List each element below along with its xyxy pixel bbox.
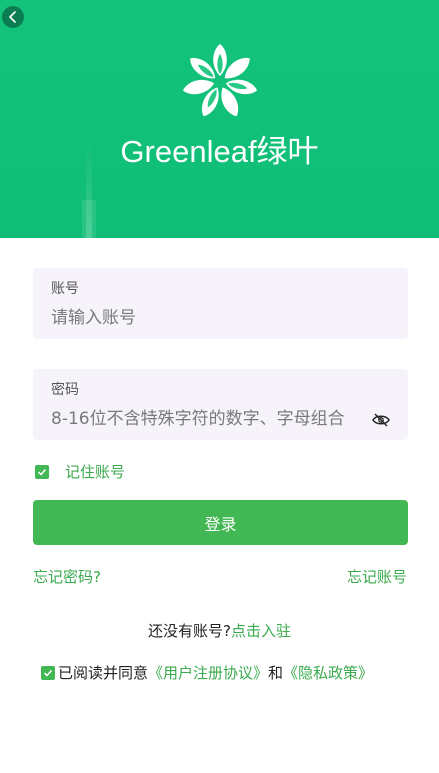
register-row: 还没有账号?点击入驻 — [0, 620, 439, 641]
back-button[interactable] — [2, 6, 24, 28]
username-field: 账号 — [33, 268, 408, 339]
password-input[interactable] — [51, 407, 371, 431]
username-input[interactable] — [51, 306, 371, 330]
password-label: 密码 — [51, 382, 79, 398]
agreement-checkbox[interactable] — [41, 665, 55, 680]
register-prompt: 还没有账号? — [148, 622, 231, 640]
brand-wordmark: Greenleaf绿叶 — [120, 134, 319, 169]
header-banner: Greenleaf绿叶 — [0, 0, 439, 238]
eye-off-icon[interactable] — [372, 412, 390, 427]
remember-label[interactable]: 记住账号 — [65, 461, 125, 482]
login-button[interactable]: 登录 — [33, 500, 408, 545]
privacy-policy-link[interactable]: 《隐私政策》 — [283, 662, 373, 683]
remember-checkbox[interactable] — [35, 464, 49, 479]
forgot-password-link[interactable]: 忘记密码? — [33, 566, 101, 587]
check-icon — [37, 468, 47, 476]
user-agreement-link[interactable]: 《用户注册协议》 — [148, 662, 268, 683]
tower-base-silhouette — [82, 200, 96, 238]
agreement-row: 已阅读并同意 《用户注册协议》 和 《隐私政策》 — [41, 662, 373, 683]
register-link[interactable]: 点击入驻 — [231, 622, 291, 640]
check-icon — [43, 669, 53, 677]
chevron-left-icon — [8, 8, 18, 27]
forgot-account-link[interactable]: 忘记账号 — [347, 566, 407, 587]
password-field: 密码 — [33, 369, 408, 440]
agreement-conjunction: 和 — [268, 664, 284, 682]
agreement-prefix: 已阅读并同意 — [58, 664, 149, 682]
remember-account: 记住账号 — [35, 461, 125, 482]
leaf-logo-icon — [180, 42, 260, 122]
username-label: 账号 — [51, 281, 79, 297]
